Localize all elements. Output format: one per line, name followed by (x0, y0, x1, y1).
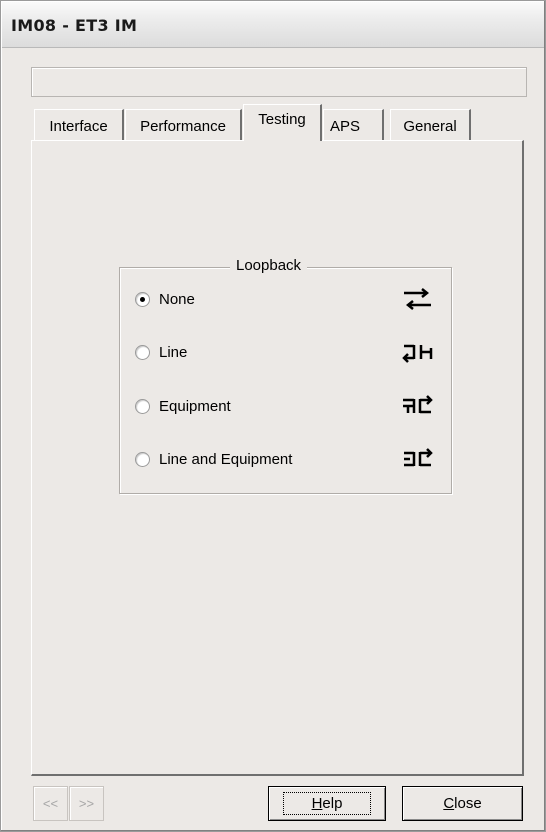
help-label-rest: elp (322, 795, 343, 812)
help-button[interactable]: Help (268, 786, 386, 821)
close-button[interactable]: Close (402, 786, 523, 821)
tab-testing[interactable]: Testing (243, 104, 322, 141)
loopback-groupbox: Loopback None Line Equipment Line and Eq… (119, 257, 452, 494)
tab-panel-testing: Loopback None Line Equipment Line and Eq… (31, 140, 524, 776)
loopback-equipment-icon (403, 395, 433, 414)
previous-button[interactable]: << (33, 786, 68, 821)
loopback-option-label: None (159, 290, 195, 308)
next-button[interactable]: >> (69, 786, 104, 821)
loopback-option-label: Equipment (159, 397, 231, 415)
loopback-none-icon (404, 288, 431, 310)
loopback-group-title: Loopback (230, 257, 308, 274)
window-title: IM08 - ET3 IM (11, 16, 138, 35)
close-button-label: Close (443, 795, 481, 812)
dialog-window: IM08 - ET3 IM Interface Performance Test… (0, 0, 546, 832)
radio-button[interactable] (135, 451, 150, 467)
loopback-option-line-and-equipment[interactable]: Line and Equipment (135, 446, 440, 472)
close-label-rest: lose (454, 795, 482, 812)
loopback-option-label: Line and Equipment (159, 450, 293, 468)
loopback-line-and-equipment-icon (404, 448, 433, 467)
help-mnemonic: H (311, 795, 323, 812)
tab-performance[interactable]: Performance (125, 109, 242, 142)
tab-label: Interface (49, 117, 108, 135)
loopback-option-label: Line (159, 343, 188, 361)
close-mnemonic: C (443, 795, 455, 812)
help-button-label: Help (282, 792, 372, 815)
tab-aps[interactable]: APS (323, 109, 384, 142)
loopback-option-line[interactable]: Line (135, 339, 440, 365)
loopback-option-equipment[interactable]: Equipment (135, 393, 440, 419)
title-bar[interactable]: IM08 - ET3 IM (2, 2, 544, 48)
tab-general[interactable]: General (390, 109, 471, 142)
radio-button[interactable] (135, 344, 150, 360)
tab-label: General (403, 117, 457, 135)
loopback-line-icon (402, 344, 433, 363)
status-field (31, 67, 527, 97)
radio-button[interactable] (135, 398, 150, 414)
tab-label: APS (330, 117, 361, 135)
tab-interface[interactable]: Interface (34, 109, 124, 142)
radio-button-checked[interactable] (135, 291, 150, 307)
loopback-option-none[interactable]: None (135, 286, 440, 312)
tab-label: Performance (140, 117, 226, 135)
tab-label: Testing (258, 110, 306, 128)
